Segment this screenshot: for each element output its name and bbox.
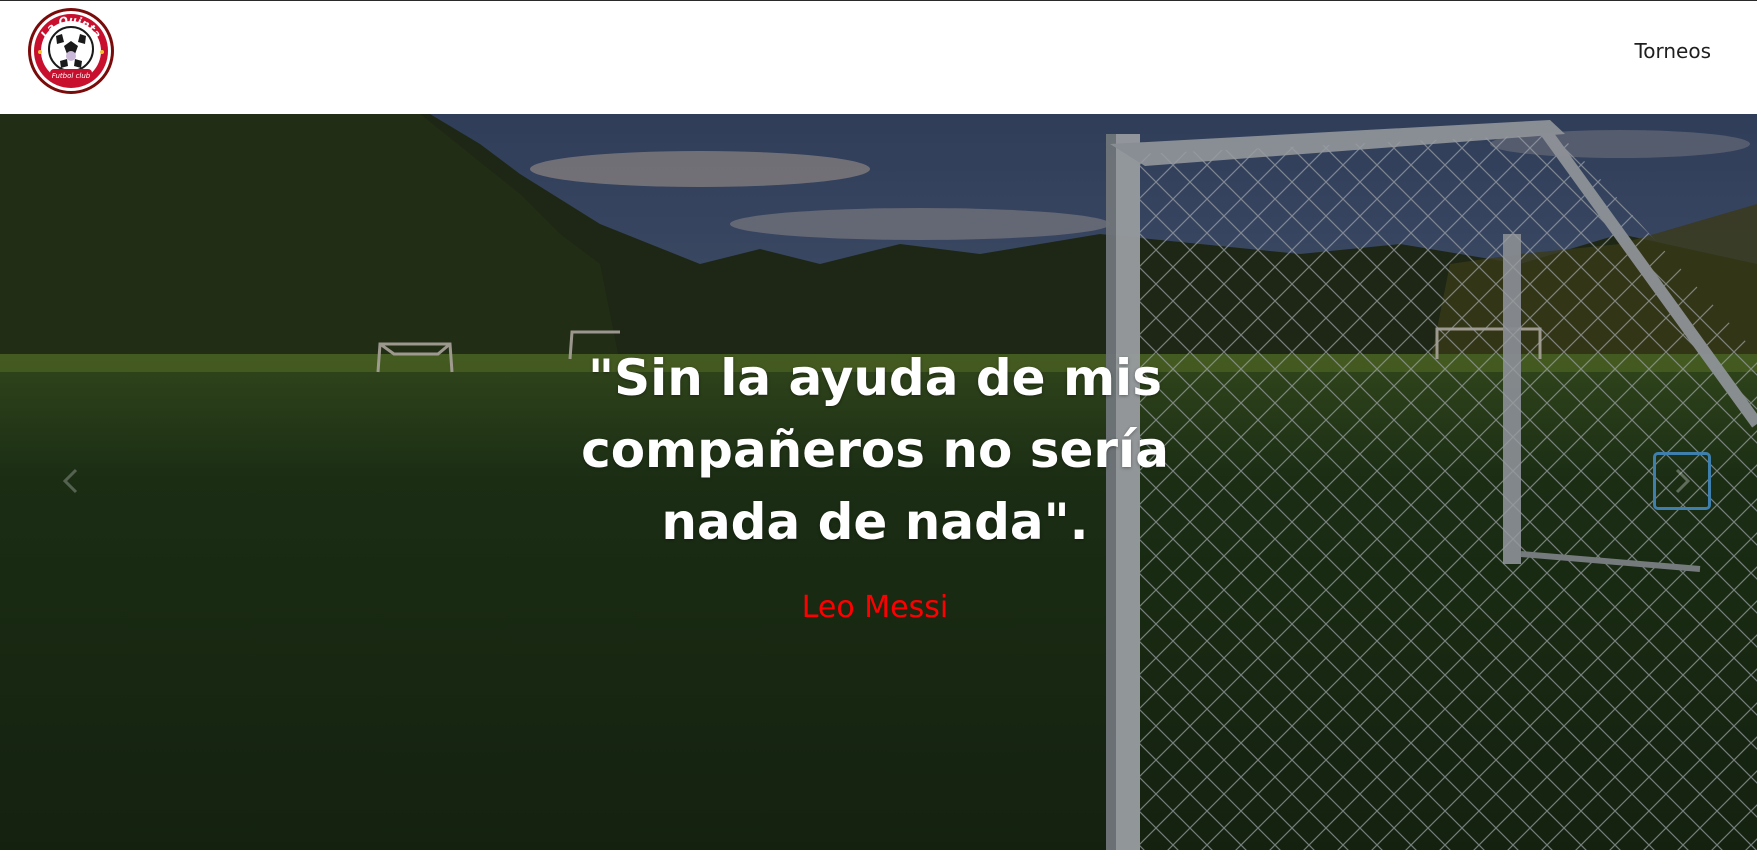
- carousel-next-button[interactable]: [1653, 452, 1711, 510]
- chevron-right-icon: [1675, 468, 1691, 494]
- soccer-ball-logo-icon: La Quinta Futbol club: [28, 8, 114, 94]
- page-bottom-edge: [0, 850, 1757, 854]
- slide-author: Leo Messi: [801, 590, 949, 625]
- chevron-left-icon: [62, 468, 78, 494]
- carousel-prev-button[interactable]: [42, 452, 100, 510]
- svg-text:Futbol club: Futbol club: [52, 72, 91, 80]
- hero-carousel: "Sin la ayuda de mis compañeros no sería…: [0, 114, 1757, 850]
- page: La Quinta Futbol club Torneos "Sin la ay…: [0, 0, 1757, 854]
- navbar: La Quinta Futbol club Torneos: [0, 0, 1757, 114]
- slide-quote: "Sin la ayuda de mis compañeros no sería…: [581, 349, 1169, 551]
- carousel-caption: "Sin la ayuda de mis compañeros no sería…: [540, 342, 1210, 628]
- brand-logo[interactable]: La Quinta Futbol club: [26, 6, 116, 96]
- nav-link-torneos[interactable]: Torneos: [1634, 39, 1711, 63]
